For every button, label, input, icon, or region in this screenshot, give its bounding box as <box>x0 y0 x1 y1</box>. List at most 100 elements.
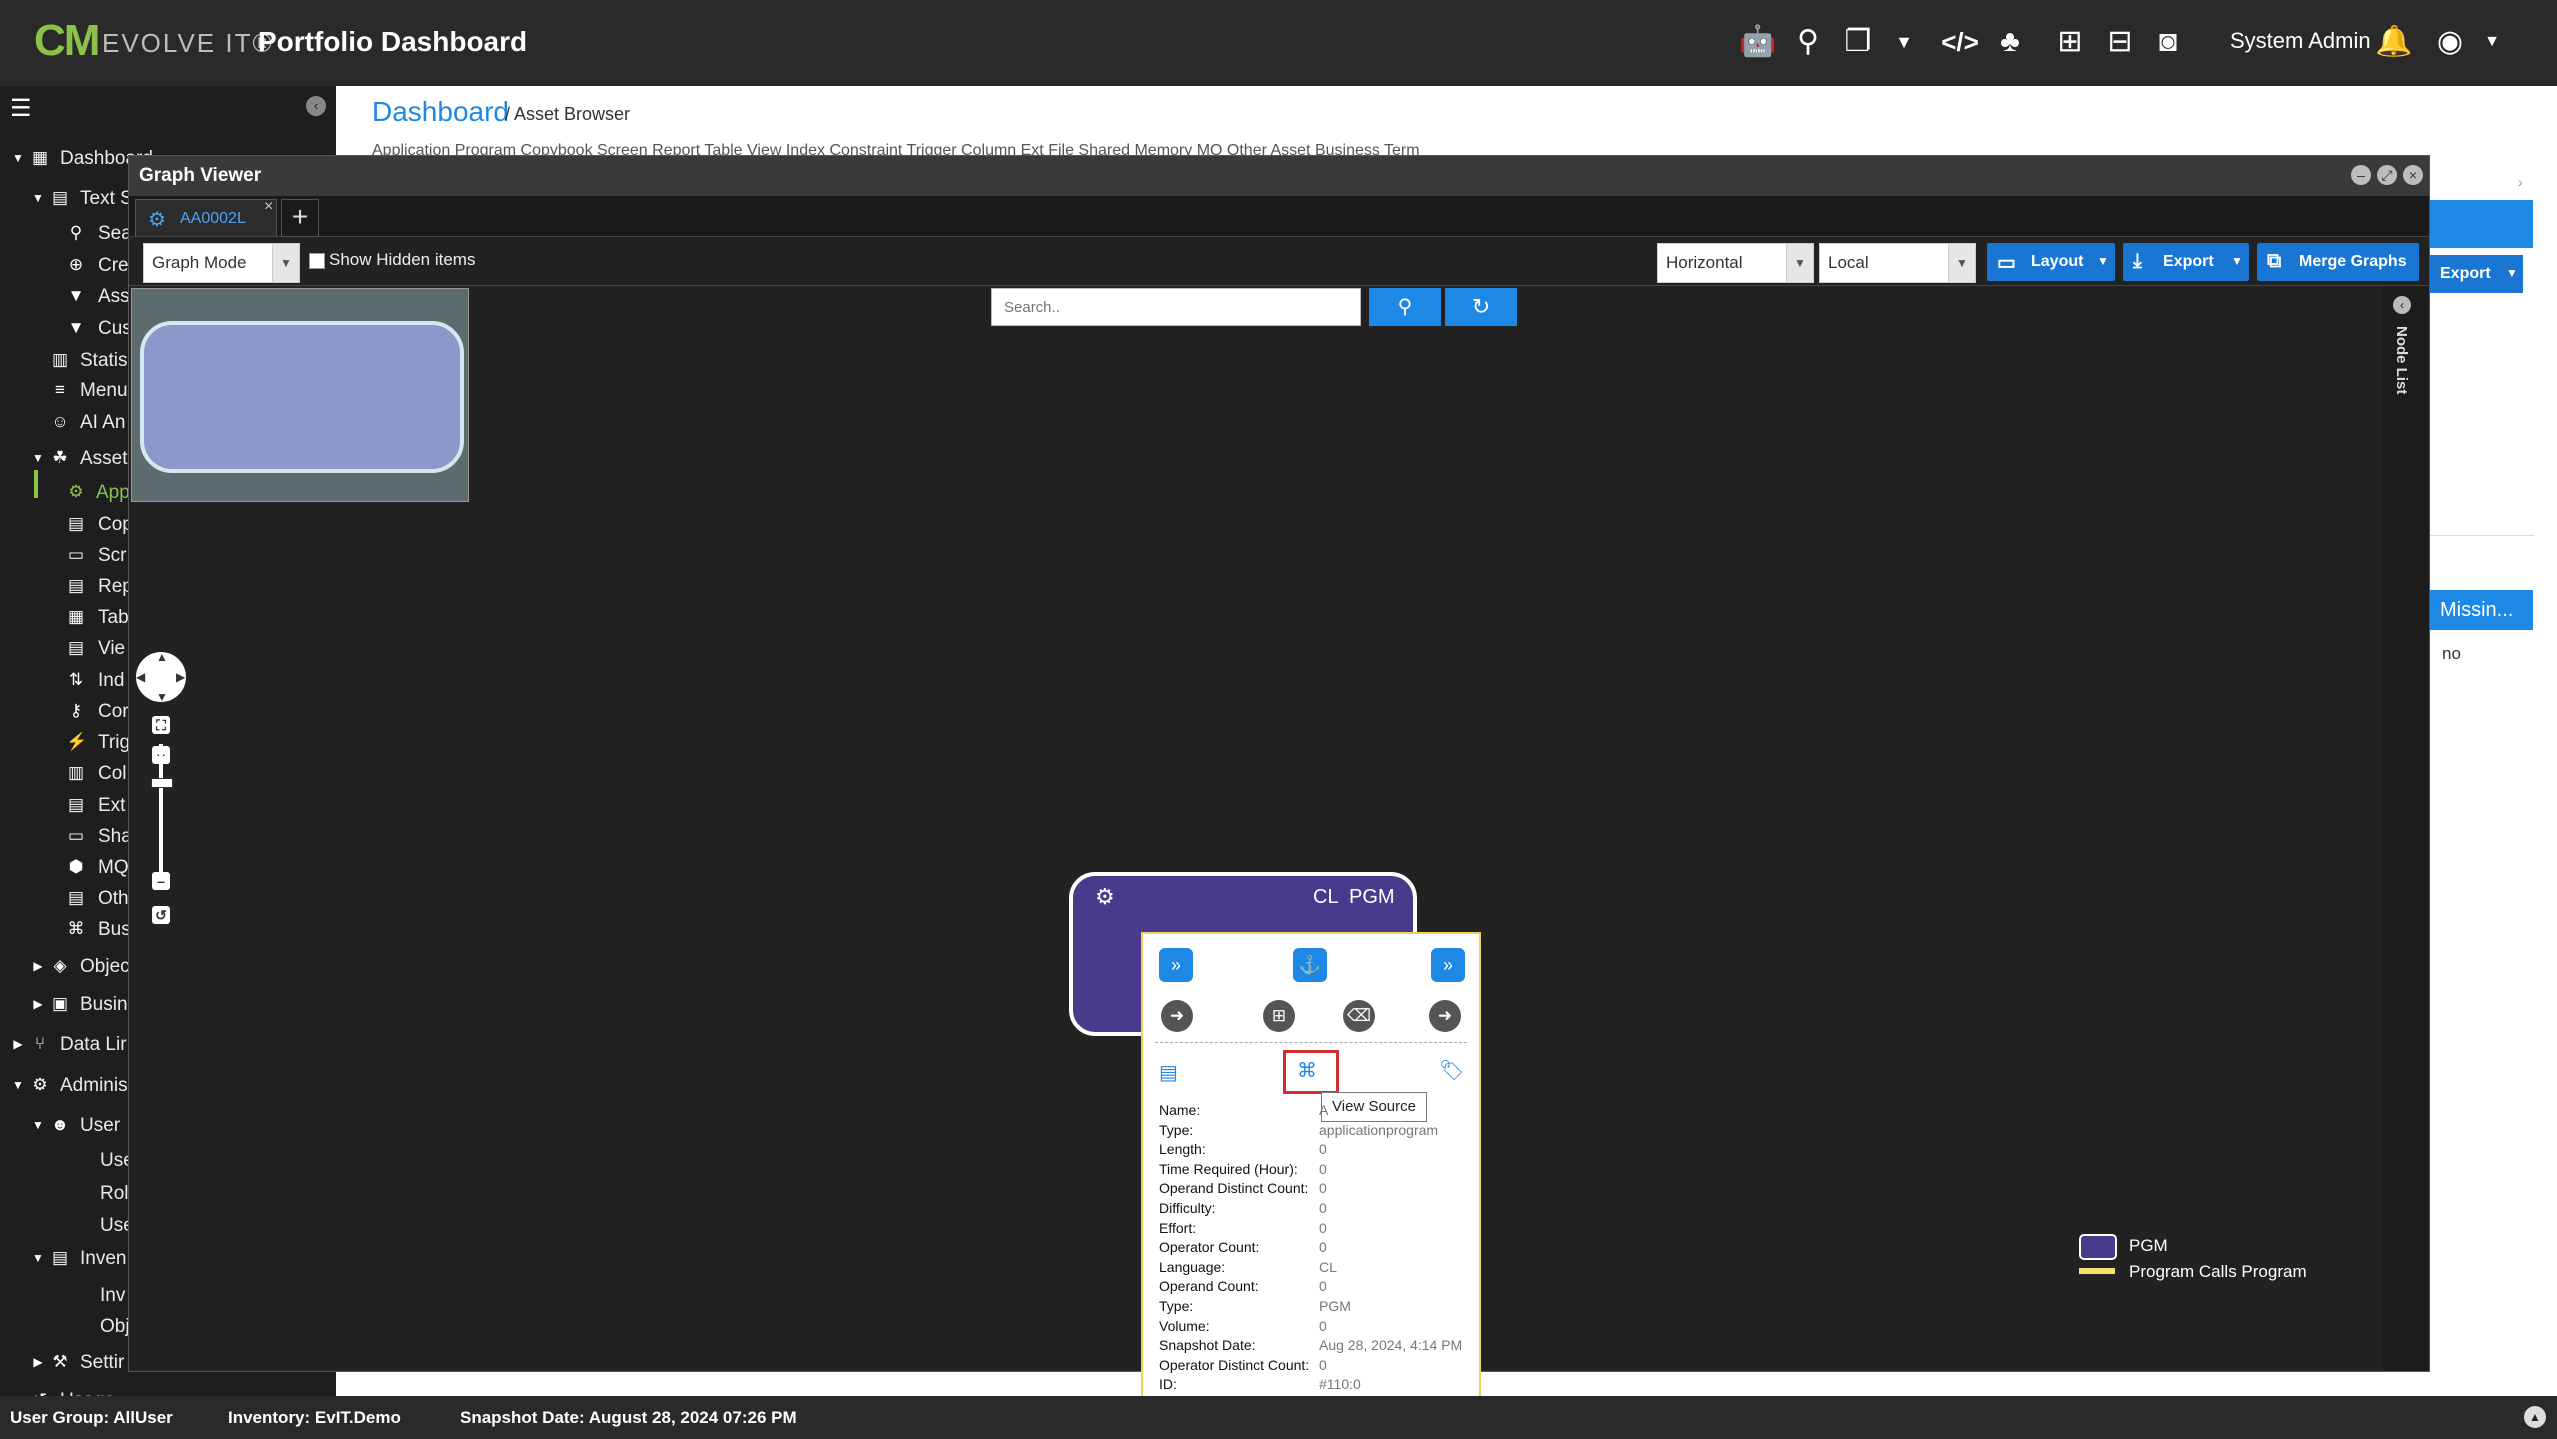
sitemap-icon[interactable]: ⊞ <box>2050 22 2090 62</box>
sidebar-item[interactable]: Bus <box>98 919 131 941</box>
pan-down-icon[interactable]: ▼ <box>156 690 168 704</box>
sidebar-item[interactable]: Vie <box>98 638 125 660</box>
minimap[interactable] <box>131 288 469 502</box>
graph-mode-select[interactable]: Graph Mode ▼ <box>143 243 300 283</box>
breadcrumb-dashboard[interactable]: Dashboard <box>372 96 509 128</box>
collapse-sidebar-icon[interactable]: ‹ <box>306 96 326 116</box>
pan-right-icon[interactable]: ▶ <box>176 670 185 684</box>
search-icon[interactable]: ⚲ <box>1788 22 1828 62</box>
search-button[interactable]: ⚲ <box>1369 288 1441 326</box>
missing-column-header[interactable]: Missin... <box>2428 590 2533 630</box>
export-button[interactable]: ⤓ Export ▼ <box>2123 243 2249 281</box>
sidebar-item[interactable]: Cor <box>98 701 129 723</box>
expand-toggle-icon[interactable]: ▼ <box>8 1075 28 1095</box>
pan-up-icon[interactable]: ▲ <box>156 650 168 664</box>
expand-right-icon[interactable]: » <box>1431 948 1465 982</box>
code-icon[interactable]: </> <box>1940 22 1980 62</box>
expand-left-icon[interactable]: » <box>1159 948 1193 982</box>
refresh-button[interactable]: ↻ <box>1445 288 1517 326</box>
expand-toggle-icon[interactable]: ▼ <box>28 1248 48 1268</box>
tree-icon[interactable]: ♣ <box>1990 22 2030 62</box>
anchor-icon[interactable]: ⚓ <box>1293 948 1327 982</box>
pan-left-icon[interactable]: ◀ <box>136 670 145 684</box>
expand-toggle-icon[interactable]: ▼ <box>8 148 28 168</box>
expand-toggle-icon[interactable]: ▼ <box>28 1115 48 1135</box>
sidebar-item[interactable]: Cre <box>98 255 129 277</box>
zoom-slider-track[interactable] <box>159 744 163 874</box>
robot-icon[interactable]: 🤖 <box>1738 22 1778 62</box>
chevron-down-icon[interactable]: ▼ <box>2472 22 2512 62</box>
expand-toggle-icon[interactable]: ▶ <box>28 1352 48 1372</box>
sidebar-item[interactable]: Sea <box>98 223 132 245</box>
fit-screen-icon[interactable]: ⛶ <box>152 716 170 734</box>
sidebar-item[interactable]: Sha <box>98 826 132 848</box>
sidebar-item[interactable]: Statis <box>80 350 128 372</box>
expand-toggle-icon[interactable]: ▶ <box>8 1034 28 1054</box>
expand-toggle-icon[interactable]: ▼ <box>28 188 48 208</box>
maximize-icon[interactable]: ⤢ <box>2377 165 2397 185</box>
reset-zoom-icon[interactable]: ↺ <box>152 906 170 924</box>
sidebar-item[interactable]: Ext <box>98 795 125 817</box>
hamburger-icon[interactable]: ☰ <box>10 94 32 123</box>
sidebar-item[interactable]: Asset <box>80 448 128 470</box>
expand-toggle-icon[interactable]: ▼ <box>28 448 48 468</box>
dialog-header[interactable]: Graph Viewer – ⤢ × <box>129 156 2429 196</box>
sidebar-item[interactable]: Ind <box>98 670 124 692</box>
tag-icon[interactable]: 🏷 <box>1439 1058 1464 1083</box>
layout-button[interactable]: ▭ Layout ▼ <box>1987 243 2115 281</box>
sidebar-item[interactable]: AI An <box>80 412 125 434</box>
bell-icon[interactable]: 🔔 <box>2374 22 2414 62</box>
expand-toggle-icon[interactable]: ▶ <box>28 956 48 976</box>
sidebar-item[interactable]: Ass <box>98 286 130 308</box>
node-list-panel[interactable]: ‹ Node List <box>2383 286 2429 1371</box>
sidebar-item[interactable]: Inv <box>100 1285 125 1307</box>
sidebar-item[interactable]: App <box>96 482 130 504</box>
sidebar-item[interactable]: Text S <box>80 188 133 210</box>
node-list-toggle-icon[interactable]: ‹ <box>2393 296 2411 314</box>
expand-toggle-icon[interactable]: ▶ <box>28 994 48 1014</box>
scroll-top-icon[interactable]: ▲ <box>2524 1406 2546 1428</box>
sidebar-item[interactable]: Scr <box>98 545 127 567</box>
chevron-down-icon[interactable]: ▼ <box>1884 22 1924 62</box>
arrow-right-icon[interactable]: ➜ <box>1429 1000 1461 1032</box>
close-icon[interactable]: × <box>2403 165 2423 185</box>
graph-tab[interactable]: ⚙ AA0002L × <box>135 198 277 236</box>
sidebar-item[interactable]: Adminis <box>60 1075 128 1097</box>
sidebar-item[interactable]: Menu <box>80 380 128 402</box>
windows-icon[interactable]: ❐ <box>1838 22 1878 62</box>
minimize-icon[interactable]: – <box>2351 165 2371 185</box>
pan-control[interactable]: ▲ ▼ ◀ ▶ <box>136 650 186 704</box>
sidebar-item[interactable]: Inven <box>80 1248 126 1270</box>
add-tab-button[interactable]: + <box>281 199 319 237</box>
merge-graphs-button[interactable]: ⧉ Merge Graphs <box>2257 243 2419 281</box>
user-name[interactable]: System Admin <box>2230 28 2371 54</box>
sidebar-item[interactable]: Trig <box>98 732 130 754</box>
sidebar-item[interactable]: Rol <box>100 1183 129 1205</box>
zoom-out-icon[interactable]: – <box>152 872 170 890</box>
graph-search-input[interactable] <box>991 288 1361 326</box>
close-tab-icon[interactable]: × <box>264 198 273 216</box>
sidebar-item[interactable]: Col <box>98 763 127 785</box>
scroll-right-icon[interactable]: › <box>2518 174 2523 190</box>
sidebar-item[interactable]: Tab <box>98 607 129 629</box>
hierarchy-icon[interactable]: ⊞ <box>1263 1000 1295 1032</box>
export-button-bg[interactable]: Export ▼ <box>2428 255 2523 293</box>
user-avatar-icon[interactable]: ◉ <box>2430 22 2470 62</box>
sidebar-item[interactable]: Obj <box>100 1316 130 1338</box>
eraser-icon[interactable]: ⌫ <box>1343 1000 1375 1032</box>
zoom-slider-handle[interactable] <box>151 778 173 788</box>
note-icon[interactable]: ▤ <box>1159 1060 1178 1085</box>
sidebar-item[interactable]: MQ <box>98 857 129 879</box>
arrow-right-icon[interactable]: ➜ <box>1161 1000 1193 1032</box>
graph-canvas[interactable]: ⚲ ↻ ▲ ▼ ◀ ▶ ⛶ + – ↺ ⚙ CL PGM » ⚓ » ➜ ⊞ ⌫… <box>129 286 2429 1402</box>
sidebar-item[interactable]: Data Lir <box>60 1034 127 1056</box>
sidebar-item[interactable]: Cus <box>98 318 132 340</box>
sidebar-item[interactable]: Objec <box>80 956 130 978</box>
show-hidden-checkbox[interactable] <box>309 253 325 269</box>
camera-icon[interactable]: ◙ <box>2148 22 2188 62</box>
network-icon[interactable]: ⊟ <box>2100 22 2140 62</box>
sidebar-item[interactable]: Oth <box>98 888 129 910</box>
orientation-select[interactable]: Horizontal ▼ <box>1657 243 1814 283</box>
sidebar-item[interactable]: User <box>80 1115 120 1137</box>
scope-select[interactable]: Local ▼ <box>1819 243 1976 283</box>
